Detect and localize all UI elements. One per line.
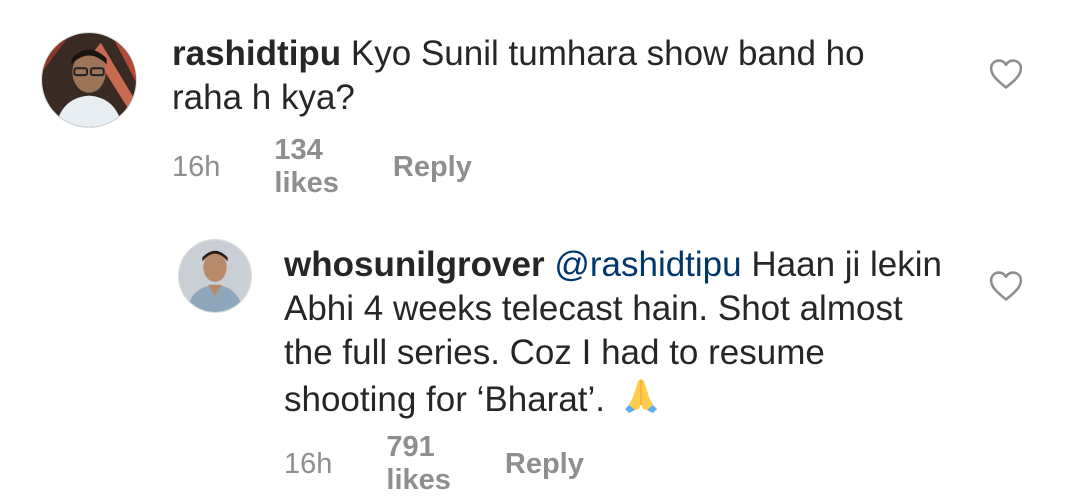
reply-button[interactable]: Reply [393,151,472,184]
heart-outline-icon[interactable] [989,58,1023,90]
mention-link[interactable]: @rashidtipu [554,245,741,284]
comment-meta: 16h 134 likes Reply [172,134,472,200]
avatar-whosunilgrover-image [179,240,251,312]
comment-timestamp[interactable]: 16h [284,448,332,481]
heart-outline-icon[interactable] [989,270,1023,302]
avatar[interactable] [41,32,137,128]
reply-button[interactable]: Reply [505,448,584,481]
avatar[interactable] [178,239,252,313]
avatar-rashidtipu-image [42,33,136,127]
comment-body-continued: raha h kya? [172,78,355,117]
comment-timestamp[interactable]: 16h [172,151,220,184]
comment-body: Haan ji lekin [751,245,943,284]
comment-body: Kyo Sunil tumhara show band ho [350,34,865,73]
comment-text: whosunilgrover @rashidtipu Haan ji lekin… [284,243,984,426]
comment-username[interactable]: whosunilgrover [284,245,545,284]
praying-hands-emoji [621,375,661,426]
comment-likes-count[interactable]: 791 likes [386,431,451,497]
comment-username[interactable]: rashidtipu [172,34,341,73]
comment-body-line3: the full series. Coz I had to resume [284,333,825,372]
comment-body-line4: shooting for ‘Bharat’. [284,380,606,419]
comment-body-line2: Abhi 4 weeks telecast hain. Shot almost [284,289,903,328]
comment-likes-count[interactable]: 134 likes [274,134,339,200]
comment-meta: 16h 791 likes Reply [284,431,584,497]
comment-text: rashidtipu Kyo Sunil tumhara show band h… [172,32,932,120]
